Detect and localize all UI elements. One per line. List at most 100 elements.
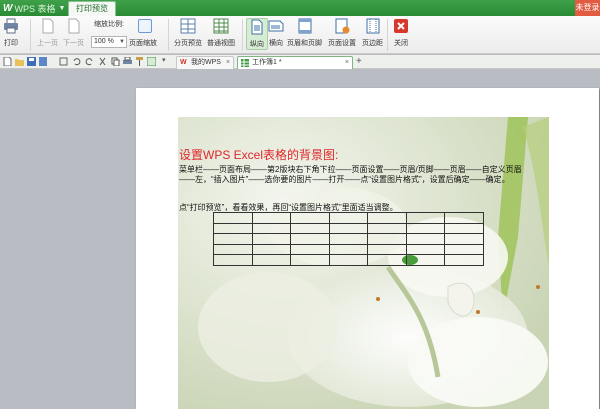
table-row [213,212,484,224]
table-row [213,222,484,234]
table-cell [367,243,407,255]
table-cell [328,254,368,266]
next-page-label: 下一页 [63,40,84,47]
table-cell [251,233,291,245]
zoom-label: 缩放比例: [94,21,124,28]
chevron-down-icon[interactable]: ▾ [162,56,166,64]
table-cell [405,233,445,245]
format-painter-icon[interactable] [135,57,144,66]
tab-label: 工作簿1 * [252,59,282,66]
table-cell [367,212,407,224]
sheet-grid-table [213,212,484,266]
close-icon[interactable]: × [226,57,230,69]
page-setup-icon [335,18,350,34]
table-cell [213,254,253,266]
table-cell [405,243,445,255]
print-button[interactable]: 打印 [3,18,19,48]
normal-view-button[interactable]: 普通视图 [207,18,235,48]
app-menu-button[interactable]: W WPS 表格 ▼ [3,2,65,14]
table-cell [444,233,484,245]
table-cell [251,212,291,224]
prev-page-label: 上一页 [37,40,58,47]
close-label: 关闭 [394,40,408,47]
print-preview-icon[interactable] [147,57,156,66]
table-cell [213,243,253,255]
table-cell [444,212,484,224]
chevron-down-icon: ▼ [119,39,125,45]
table-cell [213,233,253,245]
export-icon[interactable] [59,57,68,66]
ribbon-divider [387,19,388,51]
redo-icon[interactable] [85,57,94,66]
sheet-title: 设置WPS Excel表格的背景图: [179,148,339,162]
table-cell [405,212,445,224]
normal-view-label: 普通视图 [207,40,235,47]
page-zoom-button[interactable]: 页面缩放 [129,38,157,48]
table-cell [251,243,291,255]
table-cell [290,243,330,255]
table-cell [213,222,253,234]
print-small-icon[interactable] [123,57,132,66]
spreadsheet-icon [241,59,249,67]
table-row [213,254,484,266]
page-break-preview-button[interactable]: 分页预览 [174,18,202,48]
open-folder-icon[interactable] [15,57,24,66]
margins-button[interactable]: 页边距 [362,18,383,48]
copy-icon[interactable] [111,57,120,66]
new-tab-button[interactable]: + [356,55,362,68]
close-icon [394,19,408,33]
close-icon[interactable]: × [345,57,349,69]
zoom-value: 100 % [94,38,114,45]
wps-logo-icon: W [180,59,187,66]
tab-print-preview[interactable]: 打印预览 [68,1,116,16]
table-row [213,233,484,245]
print-page: 设置WPS Excel表格的背景图: 菜单栏——页面布局——第2版块右下角下拉—… [136,88,599,409]
tab-my-wps[interactable]: W 我的WPS × [176,56,234,69]
prev-page-button[interactable]: 上一页 [37,18,58,48]
table-cell [290,233,330,245]
new-file-icon[interactable] [3,57,12,66]
table-row [213,243,484,255]
save-as-icon[interactable] [39,57,48,66]
table-cell [444,254,484,266]
quick-access-bar: ▾ W 我的WPS × 工作簿1 * × + [0,55,600,69]
table-cell [290,212,330,224]
chevron-down-icon: ▼ [58,4,66,12]
table-cell [290,254,330,266]
grid-view-icon [213,18,229,34]
table-cell [367,222,407,234]
page-break-icon [180,18,196,34]
table-cell [367,254,407,266]
table-cell [213,212,253,224]
landscape-button[interactable]: 横向 [268,18,284,48]
table-cell [328,233,368,245]
ribbon-divider [30,19,31,51]
table-cell [328,243,368,255]
wps-logo-icon: W [3,2,13,14]
cut-icon[interactable] [98,57,107,66]
table-cell [367,233,407,245]
undo-icon[interactable] [72,57,81,66]
zoom-select[interactable]: 100 % ▼ [91,36,127,48]
table-cell [328,212,368,224]
margins-icon [366,18,379,34]
page-setup-label: 页面设置 [328,40,356,47]
table-cell [251,222,291,234]
login-button[interactable]: 未登录 [575,0,600,16]
next-page-button[interactable]: 下一页 [63,18,84,48]
table-cell [405,222,445,234]
tab-workbook[interactable]: 工作簿1 * × [237,56,353,69]
header-footer-button[interactable]: 页眉和页脚 [287,18,322,48]
save-icon[interactable] [27,57,36,66]
portrait-button[interactable]: 纵向 [246,18,268,50]
ribbon-divider [242,19,243,51]
printer-icon [4,18,18,34]
page-zoom-icon[interactable] [138,19,152,33]
header-footer-icon [298,18,311,34]
close-preview-button[interactable]: 关闭 [393,18,409,48]
margins-label: 页边距 [362,40,383,47]
table-cell [251,254,291,266]
table-cell [444,222,484,234]
page-break-preview-label: 分页预览 [174,40,202,47]
page-setup-button[interactable]: 页面设置 [328,18,356,48]
